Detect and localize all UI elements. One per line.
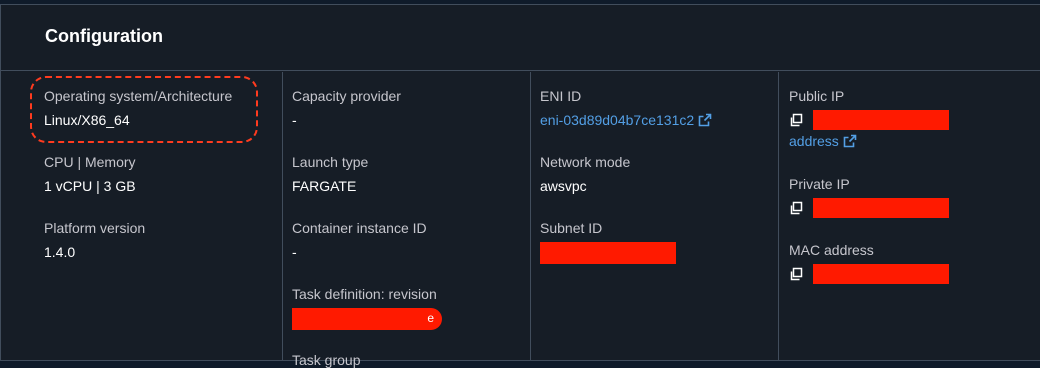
field-mac-address: MAC address [789,242,949,284]
field-public-ip: Public IP address [789,88,949,151]
field-value: - [292,244,297,260]
field-label: MAC address [789,242,874,258]
column-divider [530,72,531,361]
subnet-id-link[interactable] [540,242,676,269]
field-value: 1 vCPU | 3 GB [44,178,136,194]
field-network-mode: Network mode awsvpc [540,154,630,194]
redacted-value [813,198,949,218]
field-label: Task definition: revision [292,286,437,302]
copy-icon[interactable] [789,267,803,281]
field-label: Operating system/Architecture [44,88,233,104]
field-cpu-memory: CPU | Memory 1 vCPU | 3 GB [44,154,136,194]
copy-icon[interactable] [789,113,803,127]
field-subnet-id: Subnet ID [540,220,676,269]
panel-header: Configuration [1,5,1040,71]
panel-title: Configuration [45,26,163,46]
redacted-value [813,264,949,284]
field-label: Subnet ID [540,220,603,236]
column-divider [282,72,283,361]
field-label: CPU | Memory [44,154,136,170]
field-capacity-provider: Capacity provider - [292,88,401,128]
field-value: - [292,112,297,128]
field-value: 1.4.0 [44,244,76,260]
field-task-definition: Task definition: revision e [292,286,442,330]
field-value: awsvpc [540,178,587,194]
column-1: Operating system/Architecture Linux/X86_… [44,72,292,361]
field-label: Platform version [44,220,146,236]
eni-id-link[interactable]: eni-03d89d04b7ce131c2 [540,112,712,128]
field-label: Launch type [292,154,369,170]
copy-icon[interactable] [789,201,803,215]
field-label: Public IP [789,88,845,104]
column-4: Public IP address Private IP MAC address [789,72,1037,361]
field-value: e [427,311,434,325]
external-link-icon [698,113,712,127]
field-launch-type: Launch type FARGATE [292,154,368,194]
task-definition-link[interactable]: e [292,308,442,330]
field-label: Network mode [540,154,631,170]
column-3: ENI ID eni-03d89d04b7ce131c2 Network mod… [540,72,788,361]
column-divider [778,72,779,361]
field-os-architecture: Operating system/Architecture Linux/X86_… [44,88,232,128]
redacted-value [292,308,442,330]
field-task-group: Task group [292,352,360,368]
field-label: ENI ID [540,88,582,104]
field-private-ip: Private IP [789,176,949,218]
address-link-text: address [789,133,839,149]
external-link-icon [843,134,857,148]
field-label: Task group [292,352,361,368]
public-ip-address-link[interactable]: address [789,133,857,149]
field-value: FARGATE [292,178,357,194]
eni-id-text: eni-03d89d04b7ce131c2 [540,112,695,128]
column-2: Capacity provider - Launch type FARGATE … [292,72,540,368]
redacted-value [813,110,949,130]
field-label: Container instance ID [292,220,427,236]
field-platform-version: Platform version 1.4.0 [44,220,145,260]
field-container-instance-id: Container instance ID - [292,220,427,260]
field-eni-id: ENI ID eni-03d89d04b7ce131c2 [540,88,712,128]
field-label: Capacity provider [292,88,401,104]
field-label: Private IP [789,176,850,192]
redacted-value [540,242,676,264]
field-value: Linux/X86_64 [44,112,130,128]
